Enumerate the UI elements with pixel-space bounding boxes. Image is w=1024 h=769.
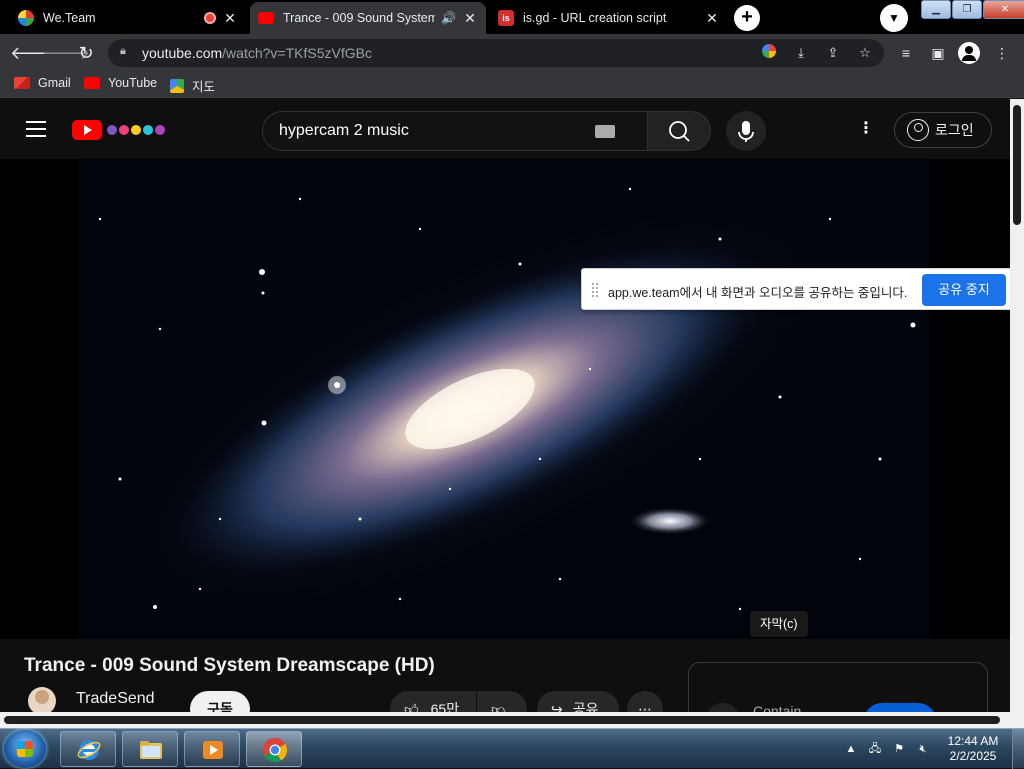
keyboard-icon[interactable] [595, 125, 615, 138]
tab-weteam[interactable]: We.Team ✕ [10, 2, 246, 34]
vertical-scroll-thumb[interactable] [1013, 105, 1021, 225]
tab-strip: We.Team ✕ Trance - 009 Sound System D 🔊 … [0, 0, 1024, 34]
isgd-icon: is [498, 10, 514, 26]
bookmarks-bar: Gmail YouTube 지도 [0, 72, 1024, 98]
bookmark-youtube[interactable]: YouTube [84, 76, 157, 90]
close-tab-icon[interactable]: ✕ [222, 10, 238, 27]
speaker-icon[interactable]: 🔊 [441, 11, 456, 25]
screen-sharing-bar: app.we.team에서 내 화면과 오디오를 공유하는 중입니다. 공유 중… [581, 268, 1024, 310]
video-title: Trance - 009 Sound System Dreamscape (HD… [24, 655, 435, 676]
galaxy-video-frame [0, 159, 1010, 639]
search-button[interactable] [647, 111, 711, 151]
maps-icon [170, 78, 184, 93]
bookmark-star-icon[interactable]: ☆ [856, 44, 874, 62]
channel-avatar[interactable] [28, 687, 56, 715]
side-panel-icon[interactable]: ▣ [928, 43, 948, 63]
url-host: youtube.com [142, 45, 223, 61]
tab-isgd[interactable]: is is.gd - URL creation script ✕ [490, 2, 728, 34]
horizontal-scroll-thumb[interactable] [4, 716, 1000, 724]
new-tab-button[interactable]: + [734, 5, 760, 31]
taskbar-chrome[interactable] [246, 731, 302, 767]
sharing-message: app.we.team에서 내 화면과 오디오를 공유하는 중입니다. [608, 286, 908, 300]
taskbar-internet-explorer[interactable] [60, 731, 116, 767]
start-button[interactable] [4, 730, 46, 768]
window-controls: ▁ ❐ ✕ [920, 0, 1024, 20]
close-window-button[interactable]: ✕ [983, 0, 1024, 19]
reload-button[interactable]: ↻ [74, 41, 98, 65]
tab-youtube-trance[interactable]: Trance - 009 Sound System D 🔊 ✕ [250, 2, 486, 34]
action-center-flag-icon[interactable]: ⚑ [892, 742, 906, 756]
forward-button[interactable]: 🡒 [42, 41, 90, 65]
browser-toolbar: 🡐 🡒 ↻ 🔒︎ youtube.com/watch?v=TKfS5zVfGBc… [0, 34, 1024, 72]
back-button[interactable]: 🡐 [10, 41, 58, 65]
tab-title: Trance - 009 Sound System D [283, 11, 436, 25]
media-controls-icon[interactable]: ≡ [896, 43, 916, 63]
channel-name[interactable]: TradeSend [76, 690, 155, 708]
chevron-down-icon: ▼ [888, 11, 900, 25]
weteam-icon [18, 10, 34, 26]
search-icon [669, 121, 690, 142]
youtube-doodle-logo[interactable] [106, 122, 168, 138]
account-icon [907, 119, 929, 141]
search-query-text[interactable]: hypercam 2 music [279, 122, 409, 140]
bookmark-label: YouTube [108, 76, 158, 90]
show-hidden-icons-icon[interactable]: ▲ [844, 742, 858, 756]
close-tab-icon[interactable]: ✕ [704, 10, 720, 27]
tab-title: is.gd - URL creation script [523, 11, 667, 25]
bookmark-gmail[interactable]: Gmail [14, 76, 71, 90]
show-desktop-button[interactable] [1012, 729, 1024, 769]
restore-button[interactable]: ❐ [952, 0, 982, 19]
stop-sharing-button[interactable]: 공유 중지 [922, 274, 1006, 306]
google-lens-icon[interactable] [760, 44, 778, 62]
volume-muted-icon[interactable]: 🔇︎ [916, 742, 930, 756]
gmail-icon [14, 77, 30, 89]
close-tab-icon[interactable]: ✕ [462, 10, 478, 27]
taskbar-file-explorer[interactable] [122, 731, 178, 767]
internet-explorer-icon [77, 740, 101, 760]
clock-date: 2/2/2025 [949, 749, 997, 763]
settings-more-icon[interactable]: ⋮ [856, 119, 876, 139]
chrome-icon [263, 738, 288, 763]
taskbar-media-player[interactable] [184, 731, 240, 767]
address-bar[interactable]: 🔒︎ youtube.com/watch?v=TKfS5zVfGBc ⤓ ⇪ ☆ [108, 39, 884, 67]
install-app-icon[interactable]: ⤓ [792, 44, 810, 62]
chrome-menu-icon[interactable]: ⋮ [992, 43, 1012, 63]
youtube-logo[interactable] [72, 120, 102, 140]
minimize-button[interactable]: ▁ [921, 0, 951, 19]
youtube-icon [258, 12, 274, 24]
bookmark-label: Gmail [38, 76, 71, 90]
microphone-icon [738, 121, 754, 142]
drag-handle-icon[interactable] [592, 283, 598, 297]
video-player[interactable]: 자막(c) [0, 159, 1010, 639]
signin-button[interactable]: 로그인 [894, 112, 992, 148]
voice-search-button[interactable] [726, 111, 766, 151]
url-text[interactable]: youtube.com/watch?v=TKfS5zVfGBc [142, 45, 372, 61]
lock-icon[interactable]: 🔒︎ [120, 45, 132, 61]
youtube-page: hypercam 2 music ⋮ 로그인 자막(c) app.we.team… [0, 99, 1024, 728]
url-path: /watch?v=TKfS5zVfGBc [222, 45, 372, 61]
youtube-header: hypercam 2 music ⋮ 로그인 [0, 99, 1010, 159]
profile-avatar[interactable] [958, 42, 980, 64]
tab-search-button[interactable]: ▼ [880, 4, 908, 32]
captions-tooltip: 자막(c) [750, 611, 808, 637]
file-explorer-icon [140, 741, 162, 759]
system-clock[interactable]: 12:44 AM 2/2/2025 [940, 734, 1006, 764]
search-input[interactable]: hypercam 2 music [262, 111, 648, 151]
menu-icon[interactable] [26, 121, 46, 137]
media-player-icon [203, 741, 223, 759]
youtube-icon [84, 77, 100, 89]
tab-title: We.Team [43, 11, 96, 25]
share-page-icon[interactable]: ⇪ [824, 44, 842, 62]
vertical-scrollbar[interactable] [1010, 99, 1024, 728]
horizontal-scrollbar[interactable] [0, 712, 1010, 728]
clock-time: 12:44 AM [947, 734, 999, 748]
bookmark-label: 지도 [192, 80, 216, 94]
network-icon[interactable]: 🖧 [868, 742, 882, 756]
windows-taskbar: ▲ 🖧 ⚑ 🔇︎ 12:44 AM 2/2/2025 [0, 728, 1024, 769]
recording-icon [204, 12, 216, 24]
signin-label: 로그인 [935, 122, 974, 138]
bookmark-maps[interactable]: 지도 [170, 76, 215, 95]
